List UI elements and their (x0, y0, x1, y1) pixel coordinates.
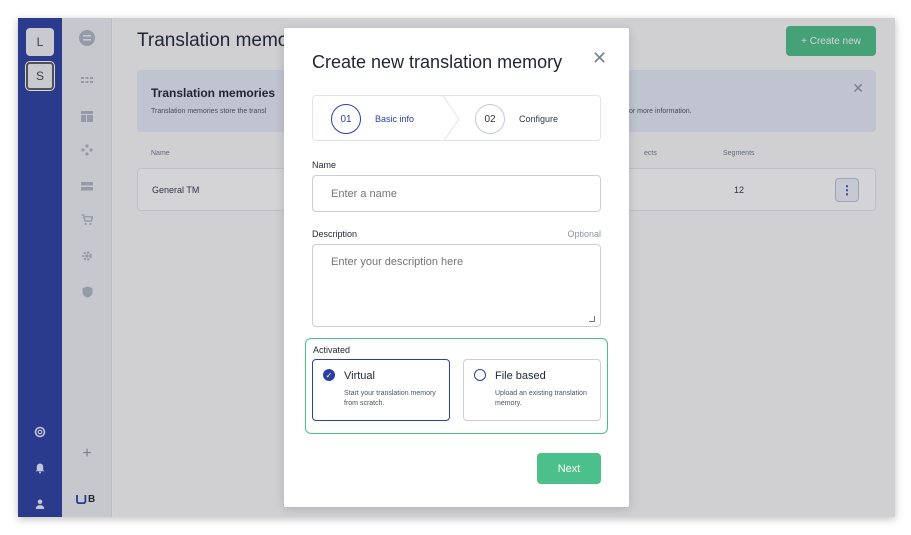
name-label: Name (312, 160, 337, 170)
create-memory-dialog: Create new translation memory ✕ 01 Basic… (284, 28, 629, 507)
app-window: L S + B Translation memo + Create new Tr… (18, 18, 895, 517)
file-based-option-card[interactable]: File based Upload an existing translatio… (463, 359, 601, 421)
virtual-option-card[interactable]: ✓ Virtual Start your translation memory … (312, 359, 450, 421)
next-button[interactable]: Next (537, 453, 601, 484)
close-icon[interactable]: ✕ (592, 48, 607, 69)
step-1-label[interactable]: Basic info (375, 114, 414, 124)
description-label: Description (312, 229, 358, 239)
step-2-label[interactable]: Configure (519, 114, 558, 124)
activation-group: Activated ✓ Virtual Start your translati… (305, 338, 608, 434)
description-input[interactable] (312, 244, 601, 327)
unchecked-radio-icon[interactable] (474, 369, 486, 381)
name-input[interactable] (312, 175, 601, 212)
stepper: 01 Basic info 02 Configure (312, 95, 601, 141)
step-2-number[interactable]: 02 (475, 104, 505, 134)
resize-handle[interactable] (589, 316, 595, 322)
file-based-option-description: Upload an existing translation memory. (495, 390, 587, 407)
dialog-title: Create new translation memory (312, 52, 563, 72)
checked-radio-icon[interactable]: ✓ (323, 369, 335, 381)
optional-label: Optional (567, 229, 601, 239)
virtual-option-description: Start your translation memory from scrat… (344, 390, 436, 407)
virtual-option-title: Virtual (344, 370, 375, 382)
file-based-option-title: File based (495, 370, 546, 382)
activated-label: Activated (313, 345, 351, 355)
step-1-number[interactable]: 01 (331, 104, 361, 134)
